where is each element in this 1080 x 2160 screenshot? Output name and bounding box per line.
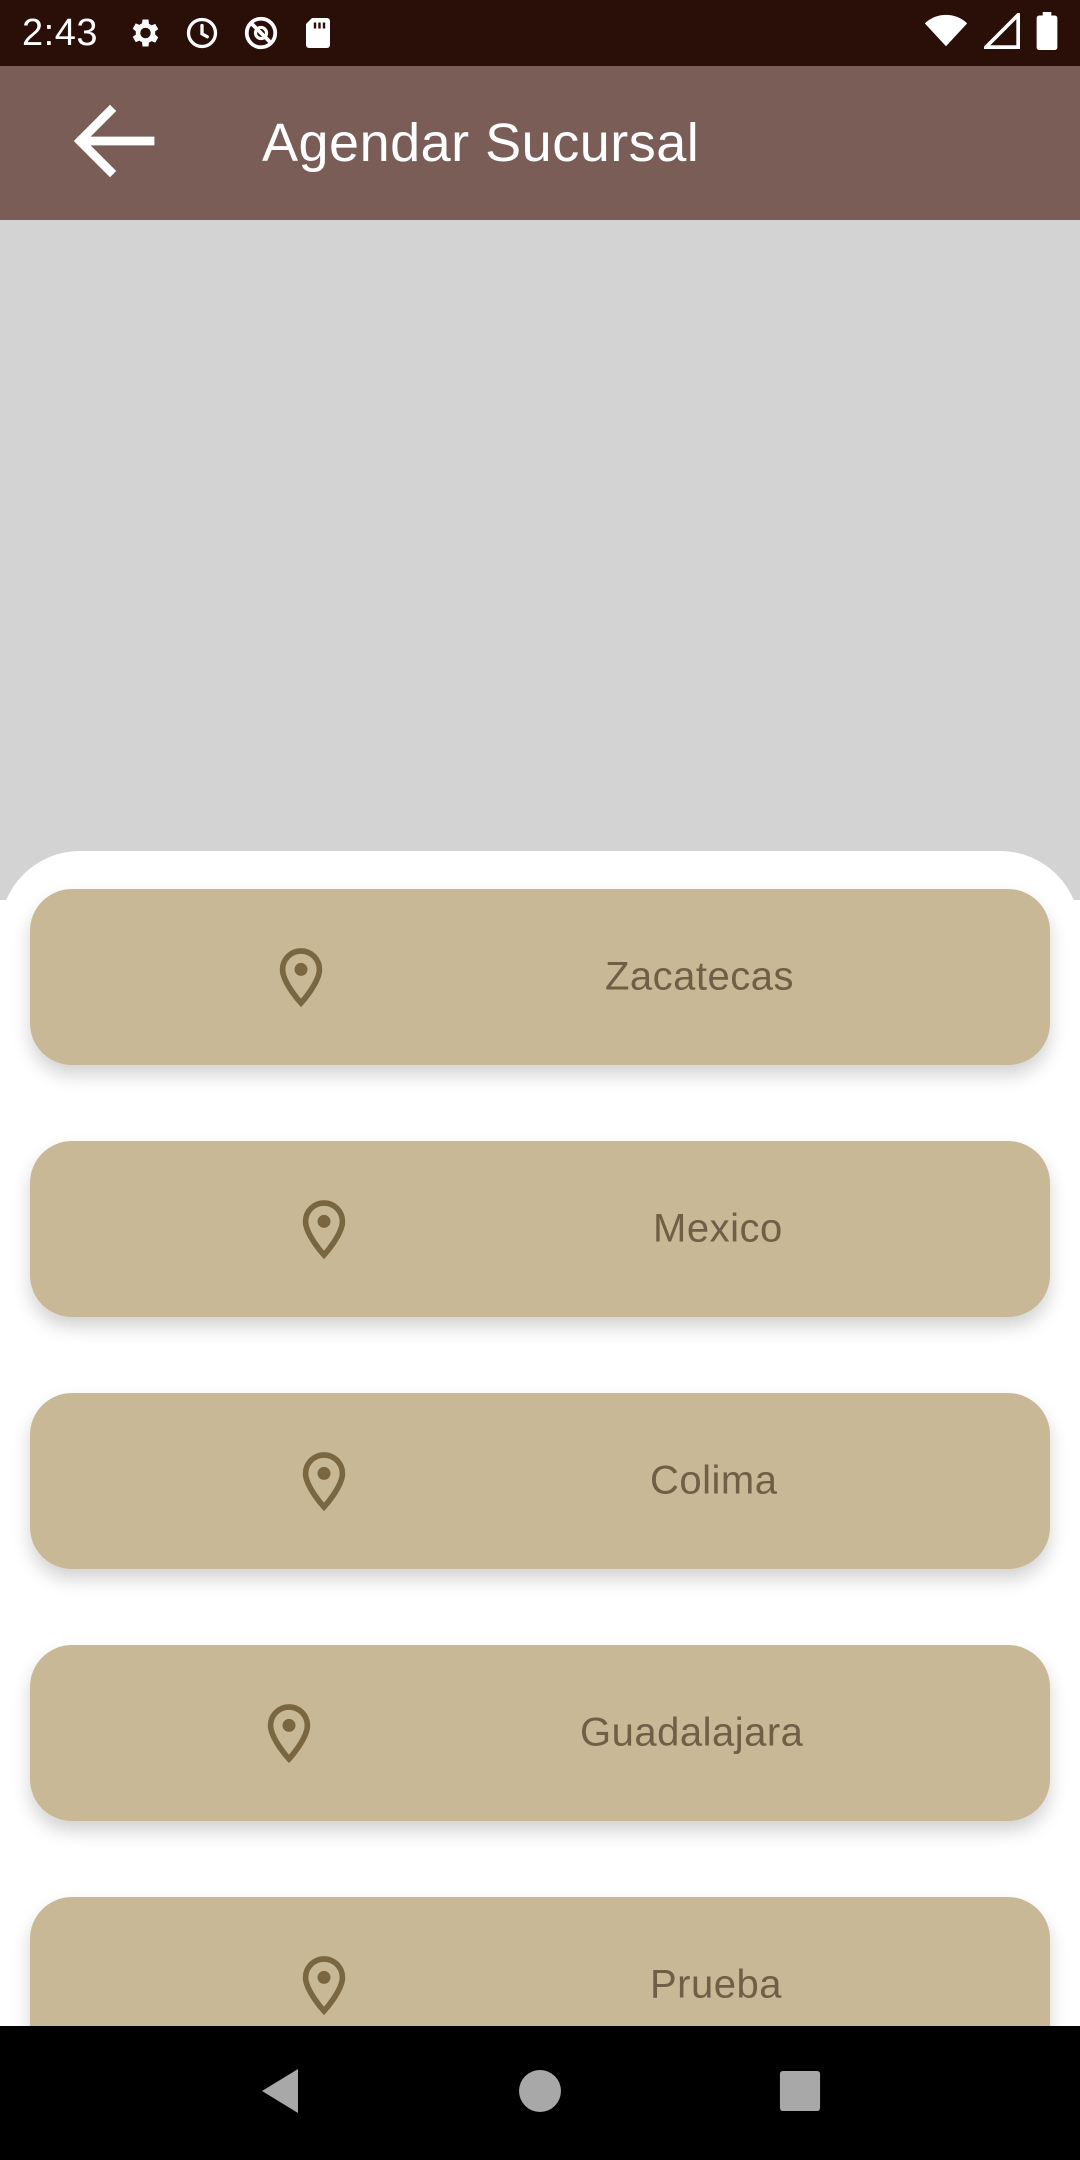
battery-icon <box>1036 11 1058 55</box>
wifi-icon <box>924 13 968 54</box>
nav-recents-button[interactable] <box>760 2053 840 2133</box>
branch-sheet[interactable]: Zacatecas Mexico Colima Guadalajara Prue… <box>0 851 1080 2026</box>
nav-back-button[interactable] <box>240 2053 320 2133</box>
status-right-icons <box>924 9 1058 55</box>
branch-item-colima[interactable]: Colima <box>30 1393 1050 1569</box>
back-button[interactable] <box>54 83 174 203</box>
location-pin-icon <box>263 1702 315 1764</box>
location-pin-icon <box>275 946 327 1008</box>
settings-icon <box>126 15 162 51</box>
page-title: Agendar Sucursal <box>262 113 700 173</box>
branch-label: Colima <box>650 1458 778 1503</box>
branch-label: Mexico <box>653 1206 783 1251</box>
map-placeholder <box>0 220 1080 900</box>
home-circle-icon <box>518 2069 562 2118</box>
status-time: 2:43 <box>22 11 98 54</box>
branch-label: Prueba <box>650 1962 782 2007</box>
alarm-icon <box>184 15 220 51</box>
location-pin-icon <box>298 1198 350 1260</box>
status-bar: 2:43 <box>0 0 1080 66</box>
app-bar: Agendar Sucursal <box>0 66 1080 220</box>
arrow-back-icon <box>66 93 162 194</box>
screen: 2:43 Agendar Sucursal Zacatecas Mexico C… <box>0 0 1080 2160</box>
recents-square-icon <box>779 2070 821 2117</box>
back-triangle-icon <box>258 2067 302 2120</box>
do-not-disturb-icon <box>242 14 280 52</box>
sd-card-icon <box>302 15 334 51</box>
status-left-icons <box>126 14 334 52</box>
branch-item-guadalajara[interactable]: Guadalajara <box>30 1645 1050 1821</box>
nav-home-button[interactable] <box>500 2053 580 2133</box>
signal-icon <box>981 9 1020 54</box>
branch-label: Zacatecas <box>605 954 795 999</box>
location-pin-icon <box>298 1954 350 2016</box>
branch-label: Guadalajara <box>580 1710 804 1755</box>
location-pin-icon <box>298 1450 350 1512</box>
branch-item-zacatecas[interactable]: Zacatecas <box>30 889 1050 1065</box>
branch-item-mexico[interactable]: Mexico <box>30 1141 1050 1317</box>
branch-item-prueba[interactable]: Prueba <box>30 1897 1050 2026</box>
navigation-bar <box>0 2026 1080 2160</box>
